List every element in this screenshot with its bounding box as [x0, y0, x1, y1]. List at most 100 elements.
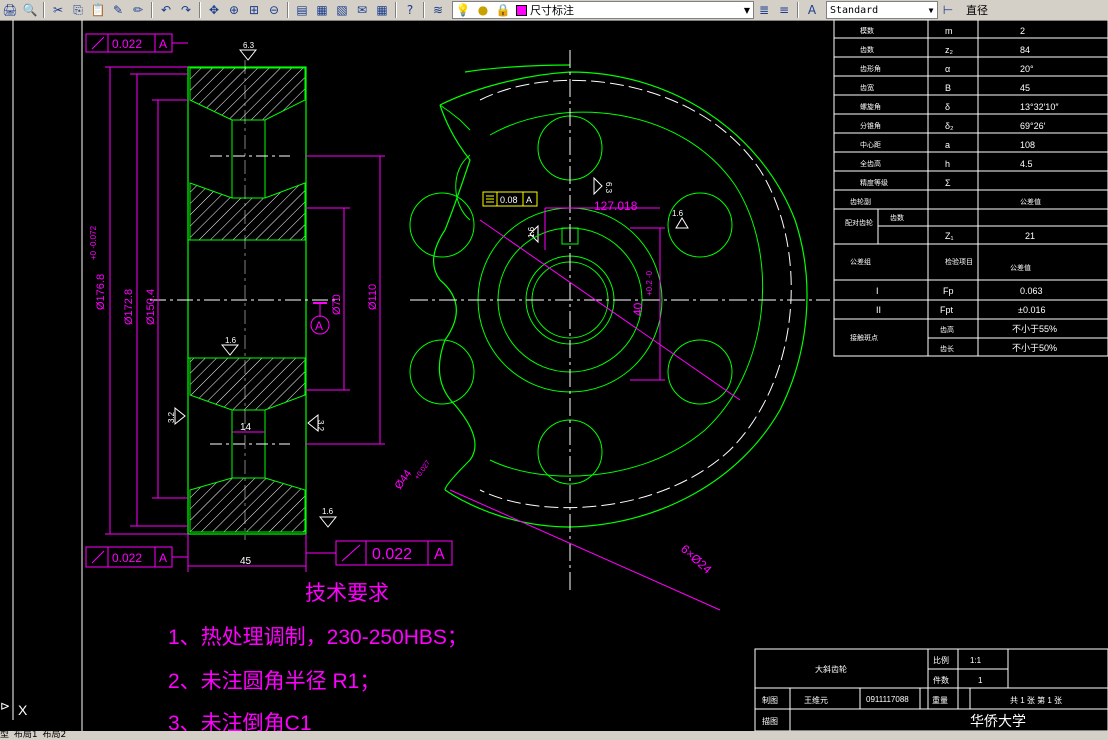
z1-val: 21: [1025, 231, 1035, 241]
zoom-previous-icon[interactable]: ⊖: [266, 2, 282, 18]
rough-63b: 6.3: [604, 182, 613, 194]
fp-val: 0.063: [1020, 286, 1043, 296]
dim-holes: 6×Ø24: [678, 542, 715, 577]
markup-icon[interactable]: ✉: [354, 2, 370, 18]
param-3-sym: B: [945, 83, 951, 93]
tab-model[interactable]: 型: [0, 731, 9, 740]
gdt-top-datum: A: [159, 37, 167, 51]
preview-icon[interactable]: 🔍: [22, 2, 38, 18]
gdt-br-datum: A: [434, 546, 445, 563]
text-style-icon[interactable]: A: [804, 2, 820, 18]
part-name: 大斜齿轮: [815, 664, 847, 674]
gdt-bl-datum: A: [159, 551, 167, 565]
redo-icon[interactable]: ↷: [178, 2, 194, 18]
param-7-sym: h: [945, 159, 950, 169]
fpt-sym: Fpt: [940, 305, 954, 315]
block-editor-icon[interactable]: ✏: [130, 2, 146, 18]
scale-val: 1:1: [970, 656, 982, 665]
layer-color-swatch: [516, 4, 527, 16]
layer-on-icon: 💡: [455, 3, 471, 17]
layer-dropdown[interactable]: 💡 ● 🔒 尺寸标注 ▼: [452, 1, 754, 19]
param-2-sym: α: [945, 64, 950, 74]
dim-style-icon[interactable]: ⊢: [940, 2, 956, 18]
rough-32b: 3.2: [316, 420, 325, 432]
undo-icon[interactable]: ↶: [158, 2, 174, 18]
tab-layout2[interactable]: 布局2: [43, 731, 67, 740]
param-0-sym: m: [945, 26, 953, 36]
layer-name: 尺寸标注: [530, 4, 574, 17]
tool-palettes-icon[interactable]: ▧: [334, 2, 350, 18]
param-7-name: 全齿高: [860, 159, 881, 168]
param-0-val: 2: [1020, 26, 1025, 36]
svg-text:⊳: ⊳: [0, 699, 10, 713]
param-1-name: 齿数: [860, 45, 874, 54]
zoom-window-icon[interactable]: ⊞: [246, 2, 262, 18]
chevron-down-icon[interactable]: ▼: [741, 6, 753, 15]
check-label: 描图: [762, 716, 778, 726]
tech-line-1: 1、热处理调制，230-250HBS；: [168, 626, 468, 649]
gear-section-view: [150, 60, 340, 540]
help-icon[interactable]: ?: [402, 2, 418, 18]
gdt-frame-symmetry: 0.08 A: [482, 191, 538, 207]
tech-line-2: 2、未注圆角半径 R1；: [168, 670, 380, 693]
make-current-layer-icon[interactable]: ≣: [756, 2, 772, 18]
tol-group: 公差组: [850, 257, 871, 266]
layer-freeze-icon: ●: [477, 3, 489, 17]
dim-dia-176-tol: +0 -0.072: [89, 225, 98, 260]
param-8-name: 精度等级: [860, 178, 888, 187]
dim-40: 40: [631, 302, 645, 316]
rough-16c: 1.6: [672, 209, 684, 218]
layer-lock-icon: 🔒: [495, 3, 511, 17]
design-center-icon[interactable]: ▦: [314, 2, 330, 18]
contact-h-val: 不小于55%: [1012, 324, 1057, 334]
zoom-realtime-icon[interactable]: ⊕: [226, 2, 242, 18]
gdt-sym-datum: A: [526, 195, 532, 205]
match-properties-icon[interactable]: ✎: [110, 2, 126, 18]
dim-dia-172: Ø172.8: [123, 289, 135, 325]
param-4-val: 13°32′10″: [1020, 102, 1059, 112]
drawn-no: 0911117088: [866, 695, 909, 704]
chevron-down-icon[interactable]: ▼: [925, 6, 937, 15]
dim-dia-44: Ø44: [393, 468, 415, 492]
text-style-name: Standard: [830, 4, 879, 16]
dim-dia-70: Ø70: [331, 294, 343, 315]
layout-tabs: 型 布局1 布局2: [0, 731, 1108, 740]
param-1-sym: z₂: [945, 45, 954, 55]
fp-sym: Fp: [943, 286, 954, 296]
tab-layout1[interactable]: 布局1: [14, 731, 38, 740]
tol-sub: 检验项目: [945, 257, 973, 266]
rough-32a: 3.2: [167, 411, 176, 423]
rough-16d: 1.6: [527, 226, 536, 238]
tol-val: 公差值: [1010, 263, 1031, 272]
dim-dia-150: Ø150.4: [145, 289, 157, 325]
param-3-val: 45: [1020, 83, 1030, 93]
contact-l: 齿长: [940, 344, 954, 353]
gdt-frame-bottom-left: 0.022 A: [85, 546, 188, 568]
gdt-sym-value: 0.08: [500, 195, 518, 205]
scale-label: 比例: [933, 655, 949, 665]
layer-previous-icon[interactable]: ≡: [776, 2, 792, 18]
school-name: 华侨大学: [970, 713, 1026, 729]
layer-manager-icon[interactable]: ≋: [430, 2, 446, 18]
copy-icon[interactable]: ⎘: [70, 2, 86, 18]
param-7-val: 4.5: [1020, 159, 1033, 169]
plot-icon[interactable]: 🖨: [2, 2, 18, 18]
cut-icon[interactable]: ✂: [50, 2, 66, 18]
contact-label: 接触斑点: [850, 333, 878, 342]
param-0-name: 模数: [860, 26, 874, 35]
gdt-bl-value: 0.022: [112, 551, 142, 565]
param-row10-val: 公差值: [1020, 197, 1041, 206]
row-I: I: [876, 286, 879, 296]
dim-dia-44-tol: +0.027: [414, 459, 432, 481]
z1-sym: Z₁: [945, 231, 954, 241]
pan-icon[interactable]: ✥: [206, 2, 222, 18]
calculator-icon[interactable]: ▦: [374, 2, 390, 18]
drawing-canvas[interactable]: Ø176.8 +0 -0.072 Ø172.8 Ø150.4 Ø110 Ø70 …: [0, 20, 1108, 731]
text-style-dropdown[interactable]: Standard ▼: [826, 1, 938, 19]
svg-text:X: X: [18, 702, 28, 718]
properties-icon[interactable]: ▤: [294, 2, 310, 18]
fpt-val: ±0.016: [1018, 305, 1045, 315]
paste-icon[interactable]: 📋: [90, 2, 106, 18]
qty-val: 1: [978, 676, 983, 685]
param-4-sym: δ: [945, 102, 950, 112]
